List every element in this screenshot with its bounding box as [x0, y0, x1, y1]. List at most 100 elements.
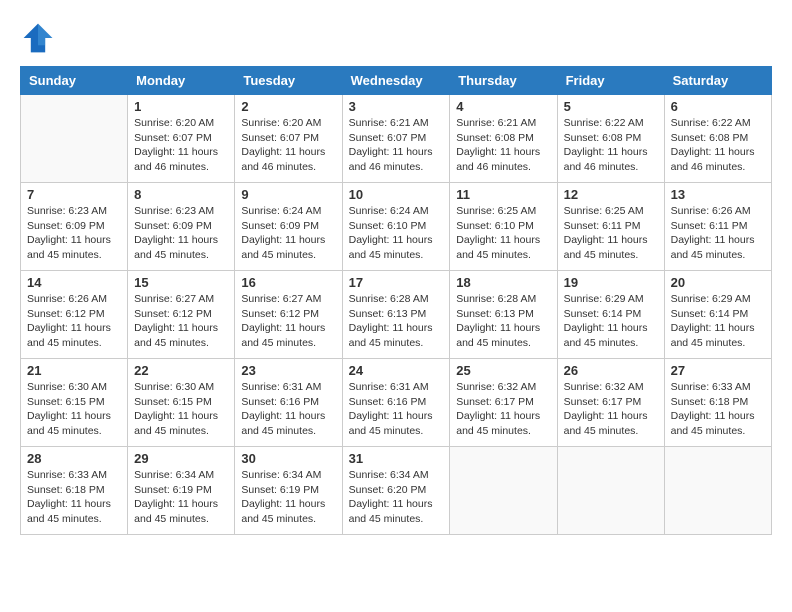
day-info: Sunrise: 6:32 AMSunset: 6:17 PMDaylight:…	[456, 380, 550, 439]
calendar-cell: 9Sunrise: 6:24 AMSunset: 6:09 PMDaylight…	[235, 183, 342, 271]
day-number: 24	[349, 363, 444, 378]
calendar-cell	[664, 447, 771, 535]
day-number: 13	[671, 187, 765, 202]
day-number: 9	[241, 187, 335, 202]
calendar-cell: 26 Sunrise: 6:32 AMSunset: 6:17 PMDayligh…	[557, 359, 664, 447]
day-info: Sunrise: 6:30 AMSunset: 6:15 PMDaylight:…	[27, 380, 121, 439]
calendar-cell: 1 Sunrise: 6:20 AMSunset: 6:07 PMDaylight…	[128, 95, 235, 183]
calendar-cell: 6 Sunrise: 6:22 AMSunset: 6:08 PMDaylight…	[664, 95, 771, 183]
day-number: 31	[349, 451, 444, 466]
calendar-cell: 14 Sunrise: 6:26 AMSunset: 6:12 PMDayligh…	[21, 271, 128, 359]
day-number: 25	[456, 363, 550, 378]
calendar-header-saturday: Saturday	[664, 67, 771, 95]
day-info: Sunrise: 6:25 AMSunset: 6:11 PMDaylight:…	[564, 204, 658, 263]
calendar-header-row: SundayMondayTuesdayWednesdayThursdayFrid…	[21, 67, 772, 95]
calendar-cell: 29 Sunrise: 6:34 AMSunset: 6:19 PMDayligh…	[128, 447, 235, 535]
day-number: 11	[456, 187, 550, 202]
day-info: Sunrise: 6:32 AMSunset: 6:17 PMDaylight:…	[564, 380, 658, 439]
day-number: 16	[241, 275, 335, 290]
day-info: Sunrise: 6:23 AMSunset: 6:09 PMDaylight:…	[134, 204, 228, 263]
week-row-5: 28 Sunrise: 6:33 AMSunset: 6:18 PMDayligh…	[21, 447, 772, 535]
calendar-cell	[21, 95, 128, 183]
day-number: 21	[27, 363, 121, 378]
day-number: 20	[671, 275, 765, 290]
week-row-4: 21 Sunrise: 6:30 AMSunset: 6:15 PMDayligh…	[21, 359, 772, 447]
day-number: 2	[241, 99, 335, 114]
day-info: Sunrise: 6:30 AMSunset: 6:15 PMDaylight:…	[134, 380, 228, 439]
day-number: 15	[134, 275, 228, 290]
day-number: 28	[27, 451, 121, 466]
calendar-cell: 25 Sunrise: 6:32 AMSunset: 6:17 PMDayligh…	[450, 359, 557, 447]
day-info: Sunrise: 6:28 AMSunset: 6:13 PMDaylight:…	[349, 292, 444, 351]
calendar-header-wednesday: Wednesday	[342, 67, 450, 95]
day-info: Sunrise: 6:29 AMSunset: 6:14 PMDaylight:…	[671, 292, 765, 351]
week-row-3: 14 Sunrise: 6:26 AMSunset: 6:12 PMDayligh…	[21, 271, 772, 359]
day-number: 29	[134, 451, 228, 466]
day-info: Sunrise: 6:34 AMSunset: 6:19 PMDaylight:…	[241, 468, 335, 527]
day-number: 22	[134, 363, 228, 378]
day-number: 4	[456, 99, 550, 114]
calendar-cell: 31 Sunrise: 6:34 AMSunset: 6:20 PMDayligh…	[342, 447, 450, 535]
calendar-header-thursday: Thursday	[450, 67, 557, 95]
day-info: Sunrise: 6:25 AMSunset: 6:10 PMDaylight:…	[456, 204, 550, 263]
day-info: Sunrise: 6:28 AMSunset: 6:13 PMDaylight:…	[456, 292, 550, 351]
calendar-cell	[450, 447, 557, 535]
calendar-header-tuesday: Tuesday	[235, 67, 342, 95]
calendar-cell: 28 Sunrise: 6:33 AMSunset: 6:18 PMDayligh…	[21, 447, 128, 535]
calendar-cell: 10Sunrise: 6:24 AMSunset: 6:10 PMDayligh…	[342, 183, 450, 271]
day-info: Sunrise: 6:23 AMSunset: 6:09 PMDaylight:…	[27, 204, 121, 263]
day-info: Sunrise: 6:31 AMSunset: 6:16 PMDaylight:…	[241, 380, 335, 439]
day-number: 18	[456, 275, 550, 290]
day-info: Sunrise: 6:27 AMSunset: 6:12 PMDaylight:…	[241, 292, 335, 351]
calendar-header-friday: Friday	[557, 67, 664, 95]
calendar-cell: 19Sunrise: 6:29 AMSunset: 6:14 PMDayligh…	[557, 271, 664, 359]
day-info: Sunrise: 6:26 AMSunset: 6:12 PMDaylight:…	[27, 292, 121, 351]
day-info: Sunrise: 6:24 AMSunset: 6:10 PMDaylight:…	[349, 204, 444, 263]
calendar-header-monday: Monday	[128, 67, 235, 95]
calendar-cell: 2 Sunrise: 6:20 AMSunset: 6:07 PMDaylight…	[235, 95, 342, 183]
calendar-cell	[557, 447, 664, 535]
day-number: 26	[564, 363, 658, 378]
day-info: Sunrise: 6:29 AMSunset: 6:14 PMDaylight:…	[564, 292, 658, 351]
calendar-cell: 22 Sunrise: 6:30 AMSunset: 6:15 PMDayligh…	[128, 359, 235, 447]
calendar-cell: 11 Sunrise: 6:25 AMSunset: 6:10 PMDayligh…	[450, 183, 557, 271]
day-info: Sunrise: 6:21 AMSunset: 6:08 PMDaylight:…	[456, 116, 550, 175]
day-number: 5	[564, 99, 658, 114]
calendar-cell: 20 Sunrise: 6:29 AMSunset: 6:14 PMDayligh…	[664, 271, 771, 359]
day-info: Sunrise: 6:27 AMSunset: 6:12 PMDaylight:…	[134, 292, 228, 351]
calendar-cell: 4 Sunrise: 6:21 AMSunset: 6:08 PMDaylight…	[450, 95, 557, 183]
day-info: Sunrise: 6:20 AMSunset: 6:07 PMDaylight:…	[134, 116, 228, 175]
day-number: 30	[241, 451, 335, 466]
calendar-cell: 16 Sunrise: 6:27 AMSunset: 6:12 PMDayligh…	[235, 271, 342, 359]
day-info: Sunrise: 6:33 AMSunset: 6:18 PMDaylight:…	[27, 468, 121, 527]
calendar-cell: 5 Sunrise: 6:22 AMSunset: 6:08 PMDaylight…	[557, 95, 664, 183]
calendar: SundayMondayTuesdayWednesdayThursdayFrid…	[20, 66, 772, 535]
day-number: 14	[27, 275, 121, 290]
day-info: Sunrise: 6:34 AMSunset: 6:19 PMDaylight:…	[134, 468, 228, 527]
calendar-cell: 21 Sunrise: 6:30 AMSunset: 6:15 PMDayligh…	[21, 359, 128, 447]
calendar-cell: 3 Sunrise: 6:21 AMSunset: 6:07 PMDaylight…	[342, 95, 450, 183]
calendar-cell: 7Sunrise: 6:23 AMSunset: 6:09 PMDaylight…	[21, 183, 128, 271]
calendar-cell: 13 Sunrise: 6:26 AMSunset: 6:11 PMDayligh…	[664, 183, 771, 271]
week-row-1: 1 Sunrise: 6:20 AMSunset: 6:07 PMDaylight…	[21, 95, 772, 183]
day-number: 3	[349, 99, 444, 114]
day-number: 6	[671, 99, 765, 114]
day-number: 1	[134, 99, 228, 114]
calendar-cell: 18 Sunrise: 6:28 AMSunset: 6:13 PMDayligh…	[450, 271, 557, 359]
page-header	[20, 20, 772, 56]
calendar-cell: 23Sunrise: 6:31 AMSunset: 6:16 PMDayligh…	[235, 359, 342, 447]
logo-icon	[20, 20, 56, 56]
week-row-2: 7Sunrise: 6:23 AMSunset: 6:09 PMDaylight…	[21, 183, 772, 271]
day-info: Sunrise: 6:22 AMSunset: 6:08 PMDaylight:…	[564, 116, 658, 175]
calendar-cell: 24 Sunrise: 6:31 AMSunset: 6:16 PMDayligh…	[342, 359, 450, 447]
calendar-cell: 17Sunrise: 6:28 AMSunset: 6:13 PMDayligh…	[342, 271, 450, 359]
day-info: Sunrise: 6:20 AMSunset: 6:07 PMDaylight:…	[241, 116, 335, 175]
day-info: Sunrise: 6:31 AMSunset: 6:16 PMDaylight:…	[349, 380, 444, 439]
calendar-header-sunday: Sunday	[21, 67, 128, 95]
day-info: Sunrise: 6:21 AMSunset: 6:07 PMDaylight:…	[349, 116, 444, 175]
day-info: Sunrise: 6:22 AMSunset: 6:08 PMDaylight:…	[671, 116, 765, 175]
day-number: 12	[564, 187, 658, 202]
logo	[20, 20, 60, 56]
day-info: Sunrise: 6:34 AMSunset: 6:20 PMDaylight:…	[349, 468, 444, 527]
day-info: Sunrise: 6:26 AMSunset: 6:11 PMDaylight:…	[671, 204, 765, 263]
